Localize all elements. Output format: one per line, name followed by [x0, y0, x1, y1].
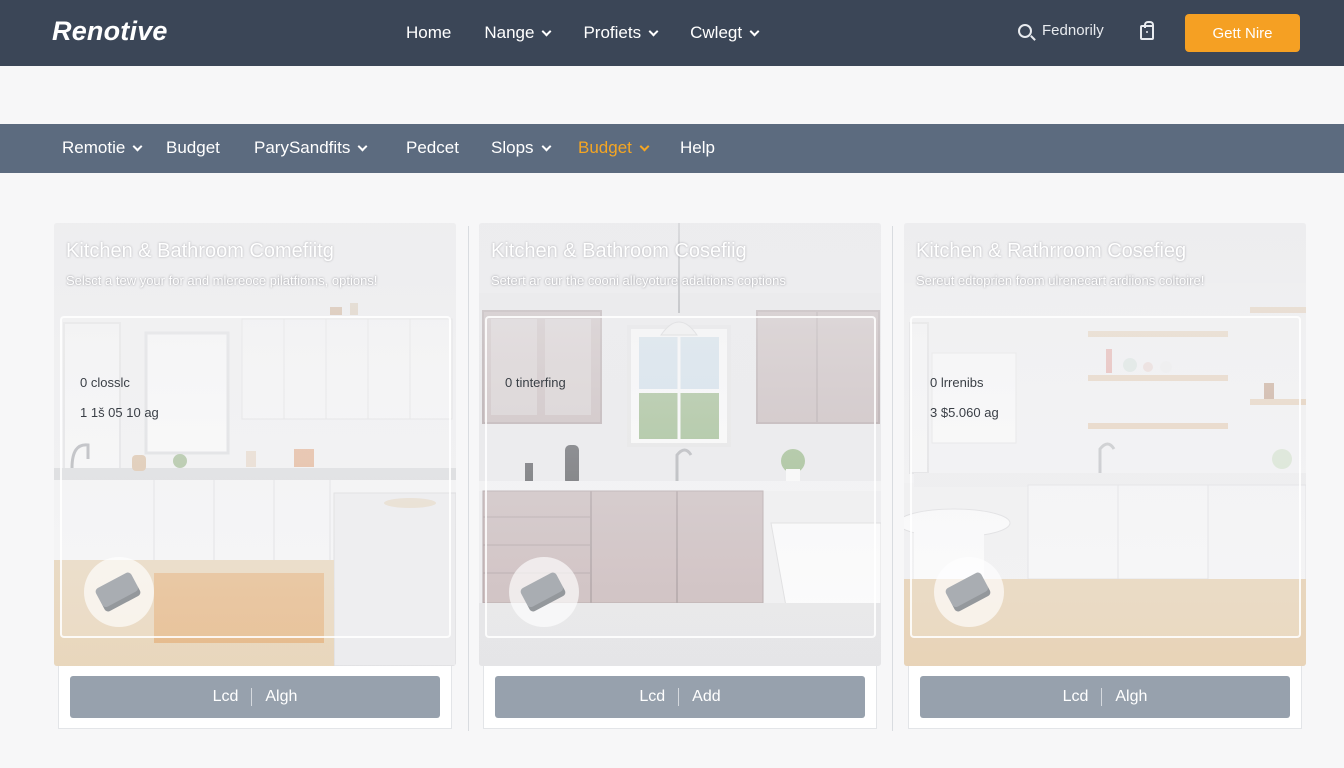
subnav-item-label: ParySandfits	[254, 138, 351, 157]
subnav-item-label: Pedcet	[406, 138, 459, 157]
card-action-button[interactable]: Lcd Algh	[70, 676, 440, 718]
main-nav: Home Nange Profiets Cwlegt	[406, 0, 791, 66]
chevron-down-icon	[132, 141, 143, 151]
subnav-item-pedcet[interactable]: Pedcet	[406, 138, 459, 158]
nav-item-label: Cwlegt	[690, 23, 743, 42]
get-hire-button[interactable]: Gett Nire	[1185, 14, 1300, 52]
top-header: Renotive Home Nange Profiets Cwlegt Fedn…	[0, 0, 1344, 66]
secondary-nav-bar: Remotie Budget ParySandfits Pedcet Slops…	[0, 124, 1344, 173]
search-icon	[1018, 23, 1032, 38]
chevron-down-icon	[648, 26, 659, 36]
search-button[interactable]: Fednorily	[1018, 22, 1104, 39]
card-divider	[892, 226, 893, 731]
chevron-down-icon	[541, 141, 551, 151]
subnav-item-slops[interactable]: Slops	[491, 138, 551, 158]
nav-item-label: Profiets	[583, 23, 642, 42]
subnav-item-parysandfits[interactable]: ParySandfits	[254, 138, 368, 158]
action-separator	[251, 688, 253, 706]
action-right-label: Add	[692, 688, 721, 705]
subnav-item-label: Remotie	[62, 138, 126, 157]
subnav-item-help[interactable]: Help	[680, 138, 715, 158]
chevron-down-icon	[542, 26, 552, 36]
card-title: Kitchen & Bathroom Cosefiig	[491, 240, 747, 262]
card-subtitle: Selsct a tew your for and mlereoce pilat…	[66, 273, 378, 288]
project-card-bathroom[interactable]: Kitchen & Rathrroom Cosefieg Sereut edto…	[904, 223, 1306, 666]
subnav-item-remotie[interactable]: Remotie	[62, 138, 143, 158]
nav-item-cwlegt[interactable]: Cwlegt	[690, 23, 760, 43]
chevron-down-icon	[639, 141, 650, 151]
brand-logo[interactable]: Renotive	[52, 16, 168, 47]
nav-item-home[interactable]: Home	[406, 23, 451, 43]
edit-tool-button[interactable]	[509, 557, 579, 627]
nav-item-label: Home	[406, 23, 452, 42]
edit-tool-button[interactable]	[84, 557, 154, 627]
search-label: Fednorily	[1042, 22, 1104, 39]
subnav-item-budget[interactable]: Budget	[166, 138, 220, 158]
card-action-button[interactable]: Lcd Add	[495, 676, 865, 718]
card-title: Kitchen & Rathrroom Cosefieg	[916, 240, 1187, 262]
card-price-line: 3 $5.060 ag	[930, 405, 999, 420]
project-card-kitchen[interactable]: Kitchen & Bathroom Comefiitg Selsct a te…	[54, 223, 456, 666]
card-stat-line: 0 lrrenibs	[930, 375, 984, 390]
subnav-item-label: Slops	[491, 138, 534, 157]
action-right-label: Algh	[265, 688, 298, 705]
chevron-down-icon	[749, 26, 760, 36]
action-left-label: Lcd	[212, 688, 239, 705]
card-divider	[468, 226, 469, 731]
eraser-icon	[94, 571, 142, 613]
card-stat-line: 0 closslc	[80, 375, 130, 390]
shopping-bag-icon[interactable]	[1140, 21, 1154, 40]
subnav-item-label: Help	[680, 138, 715, 157]
eraser-icon	[944, 571, 992, 613]
subnav-item-label: Budget	[578, 138, 632, 157]
card-title: Kitchen & Bathroom Comefiitg	[66, 240, 334, 262]
edit-tool-button[interactable]	[934, 557, 1004, 627]
chevron-down-icon	[357, 141, 368, 151]
nav-item-nange[interactable]: Nange	[484, 23, 552, 43]
action-left-label: Lcd	[1062, 688, 1089, 705]
action-separator	[678, 688, 680, 706]
project-card-kitchen-mauve[interactable]: Kitchen & Bathroom Cosefiig Setert ar cu…	[479, 223, 881, 666]
action-left-label: Lcd	[639, 688, 666, 705]
nav-item-label: Nange	[484, 23, 535, 42]
card-subtitle: Setert ar cur the cooni allcyoture adalt…	[491, 273, 786, 288]
nav-item-profiets[interactable]: Profiets	[583, 23, 659, 43]
subnav-item-budget-active[interactable]: Budget	[578, 138, 650, 158]
card-action-button[interactable]: Lcd Algh	[920, 676, 1290, 718]
card-price-line: 1 1š 05 10 ag	[80, 405, 159, 420]
action-right-label: Algh	[1115, 688, 1148, 705]
card-stat-line: 0 tinterfing	[505, 375, 566, 390]
subnav-item-label: Budget	[166, 138, 220, 157]
eraser-icon	[519, 571, 567, 613]
card-subtitle: Sereut edtoprien foom ulrenecart ardiion…	[916, 273, 1205, 288]
action-separator	[1101, 688, 1103, 706]
